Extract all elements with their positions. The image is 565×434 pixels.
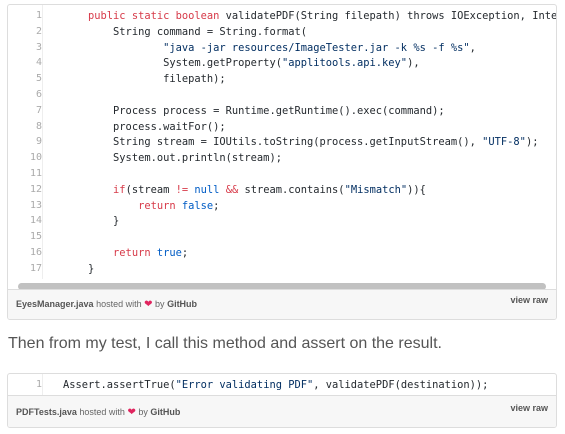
- gist-meta: EyesManager.java hosted with ❤ by GitHub…: [8, 289, 556, 319]
- code-text: String command = String.format(: [63, 25, 307, 38]
- code-line: 9 String stream = IOUtils.toString(proce…: [8, 134, 556, 150]
- code-text: }: [63, 215, 120, 228]
- line-number[interactable]: 7: [8, 103, 42, 119]
- gist-filename-link[interactable]: PDFTests.java: [16, 407, 77, 417]
- heart-icon: ❤: [127, 407, 136, 418]
- code-text: if(stream != null && stream.contains("Mi…: [113, 183, 426, 196]
- paragraph-text: Then from my test, I call this method an…: [8, 335, 442, 352]
- line-number[interactable]: 5: [8, 71, 42, 87]
- code-line: 16 return true;: [8, 245, 556, 261]
- gist-meta-info: EyesManager.java hosted with ❤ by GitHub: [16, 299, 197, 310]
- code-text: return false;: [138, 199, 220, 212]
- code-text: String stream = IOUtils.toString(process…: [63, 136, 539, 149]
- line-number[interactable]: 6: [8, 87, 42, 103]
- line-number[interactable]: 8: [8, 119, 42, 135]
- gist-meta: PDFTests.java hosted with ❤ by GitHub vi…: [8, 395, 556, 427]
- code-line: 1 Assert.assertTrue("Error validating PDF…: [8, 377, 556, 393]
- by-text: by: [155, 299, 165, 309]
- line-number[interactable]: 10: [8, 150, 42, 166]
- code-line: 11: [8, 166, 556, 182]
- gist-filename-link[interactable]: EyesManager.java: [16, 299, 94, 309]
- line-number[interactable]: 15: [8, 229, 42, 245]
- line-number[interactable]: 14: [8, 213, 42, 229]
- code-line: 15: [8, 229, 556, 245]
- code-line: 14 }: [8, 213, 556, 229]
- line-number[interactable]: 1: [8, 377, 42, 393]
- code-text: }: [63, 262, 95, 275]
- code-text: filepath);: [63, 73, 226, 86]
- line-number[interactable]: 4: [8, 55, 42, 71]
- line-number[interactable]: 2: [8, 24, 42, 40]
- code-line: 5 filepath);: [8, 71, 556, 87]
- code-line: 1 public static boolean validatePDF(Stri…: [8, 8, 556, 24]
- code-line: 7 Process process = Runtime.getRuntime()…: [8, 103, 556, 119]
- hosted-with-text: hosted with: [96, 299, 142, 309]
- gist-pdftests: 1 Assert.assertTrue("Error validating PDF…: [7, 373, 557, 428]
- code-line: 4 System.getProperty("applitools.api.key…: [8, 55, 556, 71]
- line-number[interactable]: 9: [8, 134, 42, 150]
- line-number[interactable]: 13: [8, 198, 42, 214]
- code-text: process.waitFor();: [63, 120, 226, 133]
- github-link[interactable]: GitHub: [167, 299, 197, 309]
- code-line: 2 String command = String.format(: [8, 24, 556, 40]
- gist-meta-info: PDFTests.java hosted with ❤ by GitHub: [16, 407, 180, 418]
- heart-icon: ❤: [144, 299, 153, 310]
- view-raw-link[interactable]: view raw: [510, 295, 548, 305]
- code-text: System.out.println(stream);: [63, 152, 282, 165]
- code-text: Process process = Runtime.getRuntime().e…: [63, 104, 445, 117]
- code-text: System.getProperty("applitools.api.key")…: [63, 57, 420, 70]
- code-text: public static boolean validatePDF(String…: [88, 10, 557, 22]
- code-line: 3 "java -jar resources/ImageTester.jar -…: [8, 40, 556, 56]
- code-line: 17 }: [8, 261, 556, 277]
- line-number[interactable]: 1: [8, 8, 42, 24]
- code-line: 12 if(stream != null && stream.contains(…: [8, 182, 556, 198]
- code-line: 8 process.waitFor();: [8, 119, 556, 135]
- code-line: 13 return false;: [8, 198, 556, 214]
- code-text: Assert.assertTrue("Error validating PDF"…: [63, 379, 489, 391]
- code-line: 6: [8, 87, 556, 103]
- gist-eyesmanager: 1 public static boolean validatePDF(Stri…: [7, 4, 557, 320]
- view-raw-link[interactable]: view raw: [510, 403, 548, 413]
- code-line: 10 System.out.println(stream);: [8, 150, 556, 166]
- github-link[interactable]: GitHub: [150, 407, 180, 417]
- line-number[interactable]: 3: [8, 40, 42, 56]
- by-text: by: [138, 407, 148, 417]
- line-number[interactable]: 16: [8, 245, 42, 261]
- code-block: 1 public static boolean validatePDF(Stri…: [8, 5, 556, 279]
- line-number[interactable]: 17: [8, 261, 42, 277]
- line-number[interactable]: 11: [8, 166, 42, 182]
- code-text: return true;: [113, 247, 189, 259]
- hosted-with-text: hosted with: [79, 407, 125, 417]
- code-block: 1 Assert.assertTrue("Error validating PDF…: [8, 374, 556, 396]
- code-text: "java -jar resources/ImageTester.jar -k …: [163, 41, 476, 54]
- line-number[interactable]: 12: [8, 182, 42, 198]
